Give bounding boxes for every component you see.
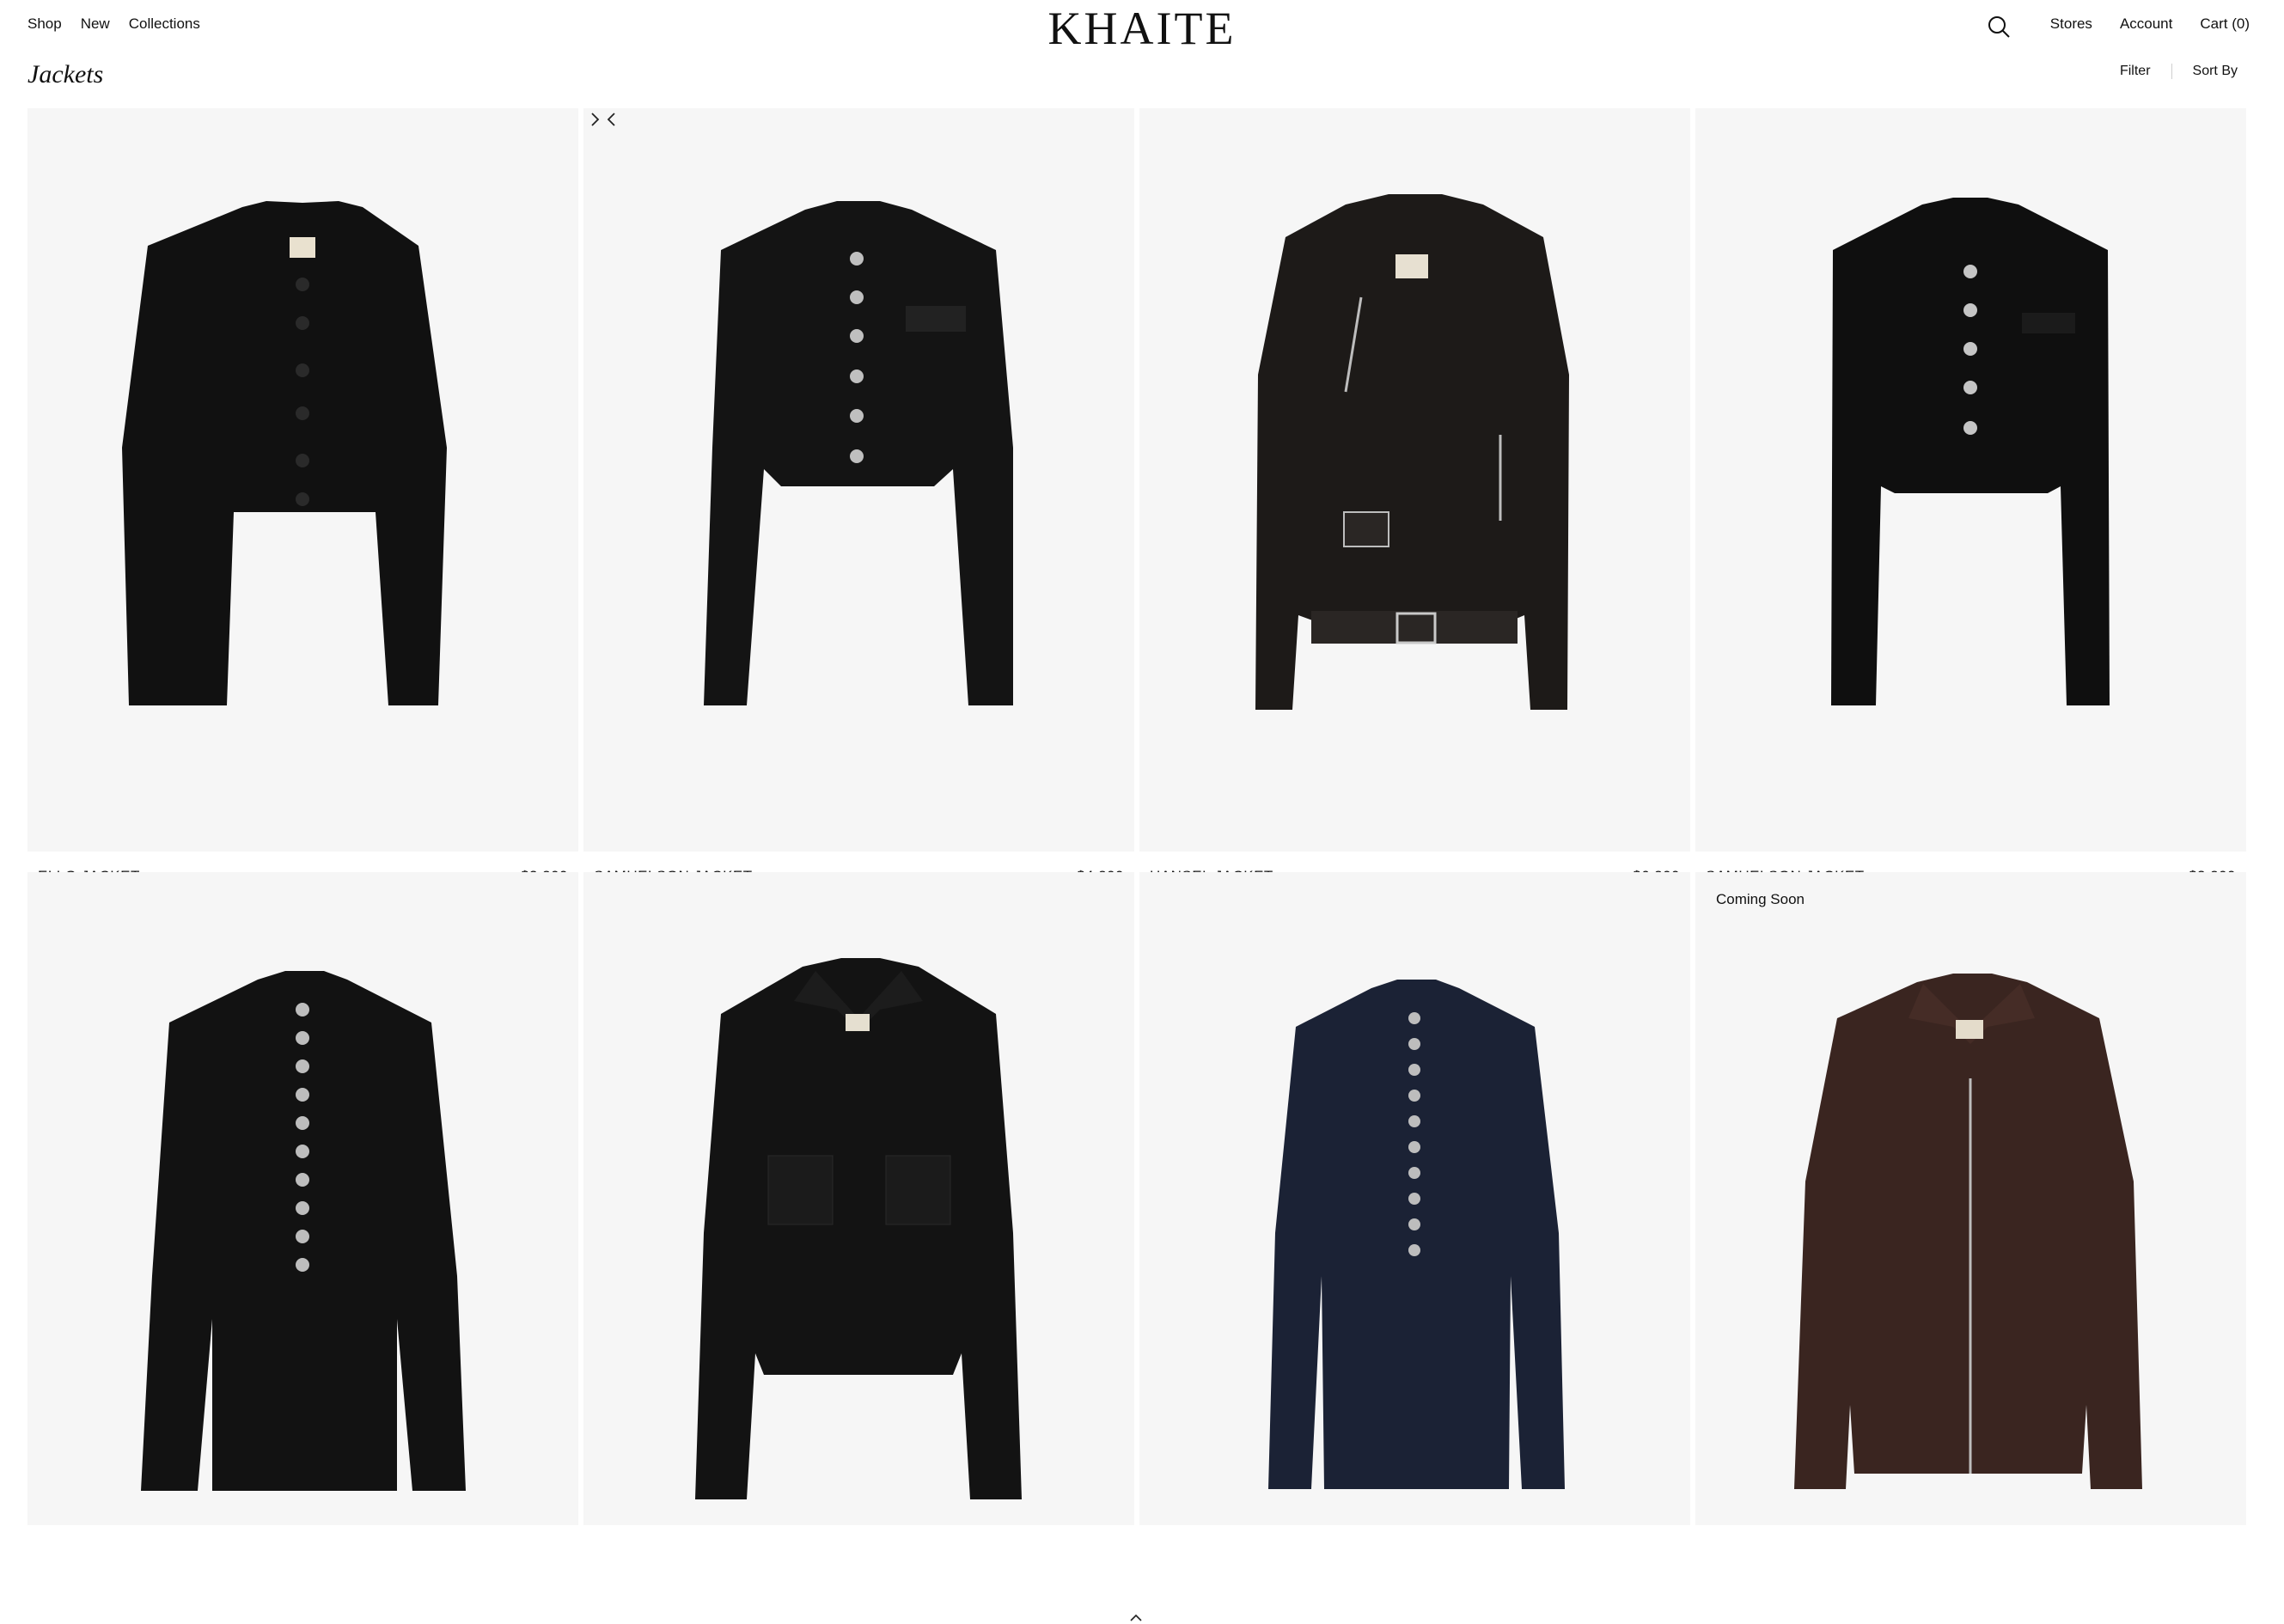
product-image[interactable] xyxy=(1695,108,2246,852)
jacket-illustration xyxy=(695,958,1022,1499)
product-card[interactable]: SAMUELSON JACKET $4,200 xyxy=(583,108,1134,930)
product-card[interactable]: ELLO JACKET $3,200 xyxy=(27,108,578,930)
product-card[interactable]: Coming Soon xyxy=(1695,872,2246,1525)
product-card[interactable] xyxy=(27,872,578,1525)
jacket-illustration xyxy=(1794,974,2142,1489)
product-card[interactable] xyxy=(1139,872,1690,1525)
product-image[interactable] xyxy=(583,108,1134,852)
product-grid: ELLO JACKET $3,200 xyxy=(27,108,2249,930)
product-image[interactable] xyxy=(1139,872,1690,1525)
product-card[interactable]: HANSEL JACKET $6,200 xyxy=(1139,108,1690,884)
product-grid-row: Coming Soon xyxy=(27,872,2249,1525)
chevron-up-icon[interactable] xyxy=(1127,1612,1145,1624)
nav-stores[interactable]: Stores xyxy=(2050,15,2092,33)
product-image[interactable] xyxy=(583,872,1134,1525)
page-title: Jackets xyxy=(27,60,104,89)
chevron-right-icon[interactable] xyxy=(583,108,606,131)
jacket-illustration xyxy=(1831,198,2110,705)
filter-button[interactable]: Filter xyxy=(2120,64,2151,79)
product-card[interactable]: SAMUELSON JACKET $3,200 xyxy=(1695,108,2246,930)
jacket-illustration xyxy=(704,201,1013,705)
product-image[interactable]: Coming Soon xyxy=(1695,872,2246,1525)
product-image[interactable] xyxy=(27,108,578,852)
jacket-illustration xyxy=(1268,980,1565,1489)
product-image[interactable] xyxy=(1139,108,1690,852)
nav-account[interactable]: Account xyxy=(2120,15,2172,33)
divider xyxy=(2171,64,2172,79)
brand-logo[interactable]: KHAITE xyxy=(0,2,2284,55)
jacket-illustration xyxy=(122,201,447,705)
search-icon[interactable] xyxy=(1987,15,2011,39)
jacket-illustration xyxy=(1255,194,1569,710)
nav-cart[interactable]: Cart (0) xyxy=(2200,15,2250,33)
product-card[interactable] xyxy=(583,872,1134,1525)
top-navigation: Shop New Collections KHAITE Stores Accou… xyxy=(0,0,2284,55)
listing-controls: Filter Sort By xyxy=(2120,64,2238,79)
jacket-illustration xyxy=(141,971,466,1491)
product-image[interactable] xyxy=(27,872,578,1525)
account-nav: Stores Account Cart (0) xyxy=(2050,15,2250,33)
sort-button[interactable]: Sort By xyxy=(2193,64,2238,79)
